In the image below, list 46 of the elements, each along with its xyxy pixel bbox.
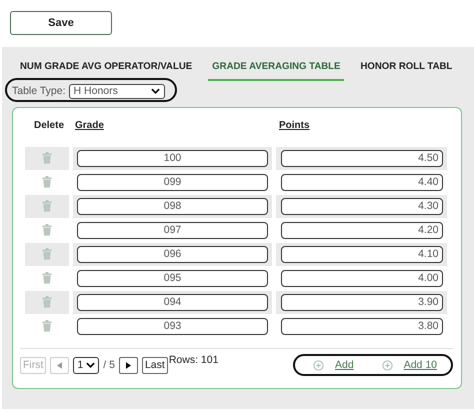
page-count: / 5 (103, 359, 115, 371)
triangle-left-icon (57, 362, 62, 368)
chevron-down-icon (150, 88, 160, 94)
input-field[interactable]: 4.20 (280, 222, 442, 238)
column-header[interactable]: Points (279, 120, 310, 131)
plus-circle-icon[interactable] (382, 360, 393, 370)
plus-circle-icon[interactable] (313, 360, 324, 370)
add-link[interactable]: Add 10 (404, 359, 437, 371)
save-button[interactable]: Save (10, 11, 112, 35)
input-field[interactable]: 3.80 (280, 318, 442, 334)
trash-icon[interactable] (42, 152, 52, 164)
trash-icon[interactable] (42, 296, 52, 308)
trash-icon[interactable] (42, 272, 52, 284)
add-link[interactable]: Add (335, 359, 354, 371)
table-type-select[interactable]: H Honors (68, 84, 165, 98)
column-header[interactable]: Grade (73, 120, 279, 131)
input-field[interactable]: 4.40 (280, 174, 442, 190)
triangle-right-icon (126, 362, 131, 368)
table-type-label: Table Type: (12, 85, 66, 97)
input-field[interactable]: 098 (77, 198, 268, 214)
tab[interactable]: NUM GRADE AVG OPERATOR/VALUE (20, 61, 196, 79)
trash-icon[interactable] (42, 200, 52, 212)
trash-icon[interactable] (42, 176, 52, 188)
trash-icon[interactable] (42, 320, 52, 332)
trash-icon[interactable] (42, 248, 52, 260)
input-field[interactable]: 096 (77, 246, 268, 262)
page-select[interactable]: 1 (73, 356, 100, 374)
input-field[interactable]: 100 (77, 150, 268, 166)
input-field[interactable]: 4.10 (280, 246, 442, 262)
input-field[interactable]: 099 (77, 174, 268, 190)
input-field[interactable]: 097 (77, 222, 268, 238)
input-field[interactable]: 093 (77, 318, 268, 334)
next-button[interactable] (118, 356, 138, 374)
last-button[interactable]: Last (142, 356, 168, 374)
input-field[interactable]: 095 (77, 270, 268, 286)
input-field[interactable]: 3.90 (280, 294, 442, 310)
input-field[interactable]: 4.00 (280, 270, 442, 286)
tab[interactable]: GRADE AVERAGING TABLE (208, 61, 344, 81)
tab[interactable]: HONOR ROLL TABL (356, 61, 456, 79)
input-field[interactable]: 094 (77, 294, 268, 310)
column-header: Delete (32, 120, 65, 131)
chevron-down-icon (86, 362, 96, 368)
row-count: Rows: 101 (168, 354, 218, 366)
input-field[interactable]: 4.30 (280, 198, 442, 214)
trash-icon[interactable] (42, 224, 52, 236)
input-field[interactable]: 4.50 (280, 150, 442, 166)
